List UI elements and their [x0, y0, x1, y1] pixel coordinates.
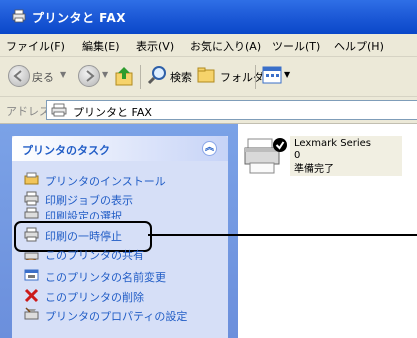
title-bar[interactable]: プリンタと FAX [0, 0, 417, 34]
add-printer-icon [24, 172, 39, 185]
printer-name: Lexmark Series [294, 138, 371, 149]
task-label: このプリンタの共有 [45, 249, 144, 260]
printer-tasks-title: プリンタのタスク [22, 144, 110, 157]
back-arrow-icon[interactable] [8, 65, 30, 87]
toolbar-separator [255, 65, 256, 89]
collapse-chevron-icon[interactable]: ︽ [202, 141, 217, 156]
task-rename-printer[interactable]: このプリンタの名前変更 [24, 267, 224, 285]
folders-icon[interactable] [196, 65, 216, 85]
task-label: プリンタのプロパティの設定 [45, 310, 188, 323]
toolbar-separator [140, 65, 141, 89]
back-button-label[interactable]: 戻る [32, 69, 54, 85]
task-label: このプリンタの名前変更 [45, 271, 166, 284]
menu-bar: ファイル(F) 編集(E) 表示(V) お気に入り(A) ツール(T) ヘルプ(… [0, 34, 417, 57]
task-label: 印刷設定の選択 [45, 210, 122, 219]
printer-status: 準備完了 [294, 164, 334, 175]
rename-icon [24, 269, 39, 281]
delete-icon [24, 288, 39, 303]
properties-icon [24, 307, 39, 320]
toolbar: 戻る ▼ ▼ 検索 フォルダ ▼ [0, 57, 417, 97]
printer-fax-icon [12, 9, 26, 23]
printing-preferences-icon [24, 207, 39, 219]
forward-dropdown-icon[interactable]: ▼ [102, 70, 108, 79]
task-printing-preferences[interactable]: 印刷設定の選択 [24, 206, 224, 219]
printer-tasks-header[interactable]: プリンタのタスク ︽ [12, 136, 228, 161]
views-dropdown-icon[interactable]: ▼ [284, 70, 290, 79]
print-jobs-icon [24, 191, 39, 206]
menu-file[interactable]: ファイル(F) [6, 38, 65, 54]
share-icon [24, 252, 39, 260]
window-title: プリンタと FAX [32, 11, 127, 25]
menu-tools[interactable]: ツール(T) [272, 38, 320, 54]
printer-fax-icon [51, 103, 67, 117]
task-pause-printing[interactable]: 印刷の一時停止 [24, 226, 224, 244]
search-button-label[interactable]: 検索 [170, 69, 192, 85]
back-dropdown-icon[interactable]: ▼ [60, 70, 66, 79]
menu-view[interactable]: 表示(V) [136, 38, 174, 54]
address-field[interactable]: プリンタと FAX [46, 100, 417, 120]
folders-button-label[interactable]: フォルダ [220, 69, 264, 85]
pause-printing-icon [24, 227, 39, 242]
task-label: このプリンタの削除 [45, 291, 144, 304]
task-add-printer[interactable]: プリンタのインストール [24, 171, 224, 189]
task-share-printer[interactable]: このプリンタの共有 [24, 249, 224, 260]
address-value: プリンタと FAX [73, 106, 152, 119]
printer-item[interactable]: Lexmark Series 0 準備完了 [290, 136, 402, 176]
printer-icon[interactable] [242, 136, 288, 178]
search-icon[interactable] [147, 65, 167, 85]
up-folder-icon[interactable] [114, 65, 134, 87]
task-label: 印刷の一時停止 [45, 230, 122, 243]
menu-help[interactable]: ヘルプ(H) [334, 38, 384, 54]
menu-favorites[interactable]: お気に入り(A) [190, 38, 261, 54]
task-printer-properties[interactable]: プリンタのプロパティの設定 [24, 306, 224, 324]
menu-edit[interactable]: 編集(E) [82, 38, 120, 54]
address-bar: アドレス(D) プリンタと FAX [0, 97, 417, 124]
task-delete-printer[interactable]: このプリンタの削除 [24, 287, 224, 305]
views-icon[interactable] [262, 66, 282, 84]
task-label: プリンタのインストール [45, 175, 166, 188]
forward-arrow-icon[interactable] [78, 65, 100, 87]
